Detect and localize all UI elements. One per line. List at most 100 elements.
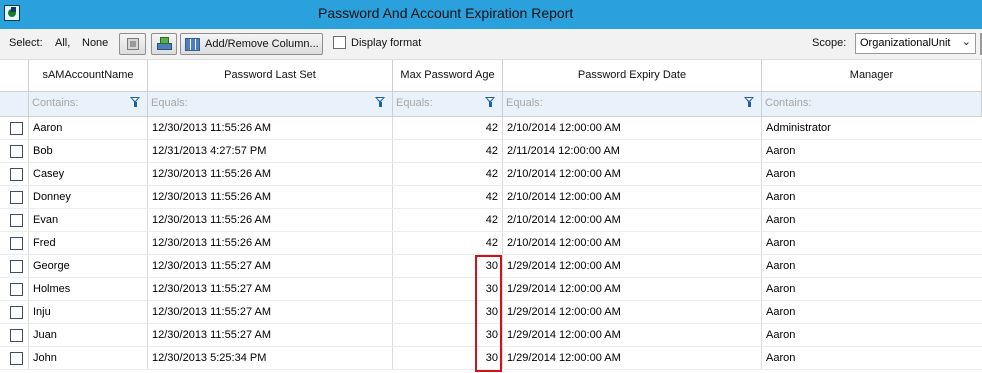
display-format-checkbox[interactable] [333,36,346,49]
export-button[interactable] [119,33,146,55]
filter-blank [0,92,29,116]
select-none-link[interactable]: None [82,37,108,49]
cell-samaccountname: George [29,255,148,277]
row-checkbox[interactable] [10,145,23,158]
highlight-box [475,255,502,372]
select-label: Select: [9,37,43,49]
table-row[interactable]: Aaron 12/30/2013 11:55:26 AM 42 2/10/2014 1… [0,117,982,140]
row-checkbox[interactable] [10,237,23,250]
cell-password-last-set: 12/30/2013 11:55:26 AM [148,232,393,254]
print-icon [157,43,172,50]
row-checkbox[interactable] [10,168,23,181]
header-row: sAMAccountName Password Last Set Max Pas… [0,60,982,92]
row-checkbox[interactable] [10,260,23,273]
row-checkbox[interactable] [10,214,23,227]
filter-label: Contains: [32,97,79,109]
cell-password-expiry-date: 2/10/2014 12:00:00 AM [503,117,762,139]
add-remove-columns-button[interactable]: Add/Remove Column... [180,33,323,55]
filter-label: Equals: [506,97,543,109]
column-header-samaccountname[interactable]: sAMAccountName [29,60,148,91]
cell-max-password-age: 42 [393,117,503,139]
row-checkbox-cell [0,301,29,323]
cell-password-last-set: 12/30/2013 11:55:26 AM [148,186,393,208]
filter-icon[interactable] [485,97,496,108]
cell-max-password-age: 42 [393,186,503,208]
column-header-password-last-set[interactable]: Password Last Set [148,60,393,91]
cell-samaccountname: Bob [29,140,148,162]
column-header-manager[interactable]: Manager [762,60,982,91]
row-checkbox-cell [0,347,29,369]
cell-password-last-set: 12/30/2013 11:55:27 AM [148,324,393,346]
select-all-link[interactable]: All, [55,37,70,49]
row-checkbox[interactable] [10,122,23,135]
cell-password-expiry-date: 1/29/2014 12:00:00 AM [503,301,762,323]
cell-manager: Aaron [766,306,796,318]
cell-password-expiry-date: 1/29/2014 12:00:00 AM [503,278,762,300]
cell-password-expiry-date: 2/11/2014 12:00:00 AM [503,140,762,162]
row-checkbox-cell [0,255,29,277]
scope-value: OrganizationalUnit [860,37,951,49]
table-row[interactable]: Casey 12/30/2013 11:55:26 AM 42 2/10/2014 1… [0,163,982,186]
cell-samaccountname: Evan [29,209,148,231]
cell-password-expiry-date: 2/10/2014 12:00:00 AM [503,163,762,185]
filter-max-password-age[interactable]: Equals: [393,92,503,116]
cell-max-password-age: 42 [393,163,503,185]
print-button[interactable] [151,33,177,55]
cell-password-expiry-date: 1/29/2014 12:00:00 AM [503,347,762,369]
filter-manager[interactable]: Contains: [762,92,982,116]
row-checkbox[interactable] [10,283,23,296]
cell-password-last-set: 12/30/2013 11:55:27 AM [148,255,393,277]
cell-samaccountname: Aaron [29,117,148,139]
cell-password-expiry-date: 2/10/2014 12:00:00 AM [503,186,762,208]
filter-icon[interactable] [130,97,141,108]
cell-password-last-set: 12/30/2013 11:55:27 AM [148,301,393,323]
filter-label: Equals: [151,97,188,109]
cell-password-last-set: 12/30/2013 11:55:27 AM [148,278,393,300]
column-header-max-password-age[interactable]: Max Password Age [393,60,503,91]
cell-manager: Aaron [766,237,796,249]
row-checkbox-cell [0,278,29,300]
filter-label: Equals: [396,97,433,109]
cell-manager: Administrator [766,122,831,134]
filter-icon[interactable] [375,97,386,108]
scope-select[interactable]: OrganizationalUnit ⌄ [855,33,976,54]
cell-samaccountname: Inju [29,301,148,323]
row-checkbox[interactable] [10,191,23,204]
scope-label: Scope: [812,37,847,49]
chevron-down-icon: ⌄ [961,36,971,48]
display-format-label: Display format [351,37,422,49]
cell-samaccountname: Fred [29,232,148,254]
cell-max-password-age: 42 [393,209,503,231]
cell-manager: Aaron [766,283,796,295]
filter-password-expiry-date[interactable]: Equals: [503,92,762,116]
cell-password-last-set: 12/30/2013 11:55:26 AM [148,209,393,231]
table-row[interactable]: Donney 12/30/2013 11:55:26 AM 42 2/10/2014 … [0,186,982,209]
row-checkbox-cell [0,163,29,185]
export-icon [127,38,139,50]
filter-password-last-set[interactable]: Equals: [148,92,393,116]
cell-max-password-age: 42 [393,232,503,254]
cell-manager: Aaron [766,191,796,203]
toolbar: Select: All, None Add/Remove Column... D… [0,29,982,60]
cell-manager: Aaron [766,352,796,364]
row-checkbox[interactable] [10,329,23,342]
cell-password-last-set: 12/30/2013 11:55:26 AM [148,117,393,139]
filter-icon[interactable] [744,97,755,108]
cell-samaccountname: John [29,347,148,369]
print-icon-top [160,37,169,44]
column-header-password-expiry-date[interactable]: Password Expiry Date [503,60,762,91]
cell-manager: Aaron [766,168,796,180]
table-row[interactable]: Fred 12/30/2013 11:55:26 AM 42 2/10/2014 12… [0,232,982,255]
add-remove-columns-label: Add/Remove Column... [205,38,319,50]
table-row[interactable]: Bob 12/31/2013 4:27:57 PM 42 2/11/2014 12:0… [0,140,982,163]
row-checkbox-cell [0,186,29,208]
cell-password-expiry-date: 2/10/2014 12:00:00 AM [503,209,762,231]
row-checkbox[interactable] [10,306,23,319]
row-checkbox[interactable] [10,352,23,365]
row-checkbox-cell [0,232,29,254]
row-checkbox-cell [0,324,29,346]
filter-samaccountname[interactable]: Contains: [29,92,148,116]
table-row[interactable]: Evan 12/30/2013 11:55:26 AM 42 2/10/2014 12… [0,209,982,232]
cell-samaccountname: Juan [29,324,148,346]
cell-password-expiry-date: 1/29/2014 12:00:00 AM [503,324,762,346]
